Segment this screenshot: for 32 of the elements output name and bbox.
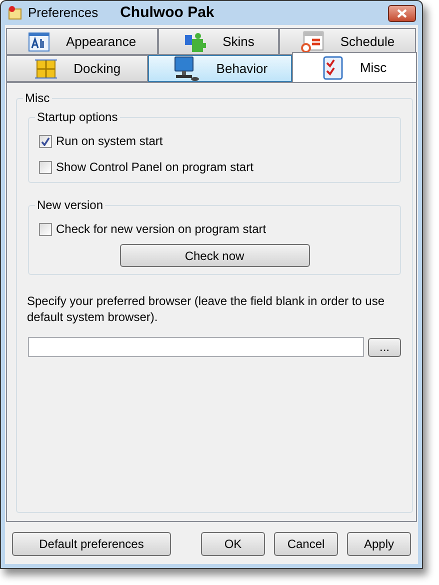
checkbox[interactable] — [39, 160, 52, 174]
checklist-icon — [322, 56, 344, 80]
browse-button[interactable]: ... — [368, 338, 401, 356]
window-title: Preferences — [28, 4, 98, 22]
close-icon — [397, 8, 407, 18]
tab[interactable]: Schedule — [279, 28, 416, 55]
checkbox-label: Check for new version on program start — [56, 221, 266, 238]
tab[interactable]: Skins — [158, 28, 279, 55]
window-caption: Chulwoo Pak — [120, 2, 214, 23]
tab[interactable]: Appearance — [6, 28, 158, 55]
puzzle-icon — [182, 30, 207, 52]
grid-icon — [34, 58, 58, 80]
text-icon — [28, 32, 50, 52]
app-icon — [7, 5, 23, 21]
dialog-button[interactable]: Cancel — [274, 532, 338, 556]
checkbox[interactable] — [39, 134, 52, 148]
tab[interactable]: Behavior — [148, 55, 292, 82]
checkbox-label: Show Control Panel on program start — [56, 159, 254, 176]
tab[interactable]: Docking — [6, 55, 148, 82]
checkbox-label: Run on system start — [56, 133, 163, 150]
default-preferences-button[interactable]: Default preferences — [12, 532, 171, 556]
dialog-button[interactable]: Apply — [347, 532, 411, 556]
tab[interactable]: Misc — [292, 52, 417, 82]
check-now-button[interactable]: Check now — [120, 244, 310, 267]
group-title: Startup options — [35, 109, 120, 125]
browser-path-field[interactable] — [28, 337, 364, 357]
checkbox[interactable] — [39, 222, 52, 236]
close-button[interactable] — [388, 4, 416, 22]
calendar-icon — [300, 30, 324, 54]
dialog-button[interactable]: OK — [201, 532, 265, 556]
browser-hint: Specify your preferred browser (leave the field blank in order to use default system browser). — [27, 293, 386, 325]
computer-icon — [172, 56, 200, 82]
